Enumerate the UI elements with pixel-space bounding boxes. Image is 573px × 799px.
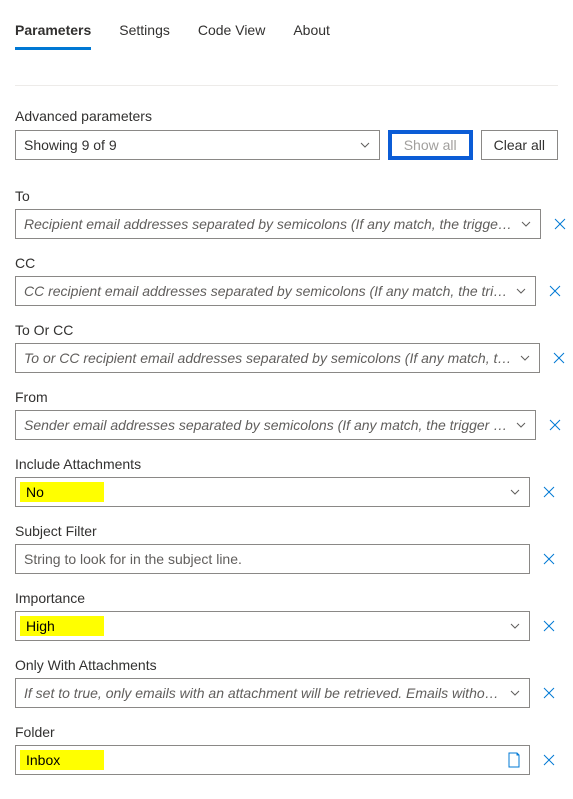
importance-value: High (20, 616, 104, 636)
subject-filter-placeholder: String to look for in the subject line. (24, 551, 501, 567)
remove-subject-filter-button[interactable] (540, 550, 558, 568)
close-icon (542, 552, 556, 566)
include-attachments-value: No (20, 482, 104, 502)
tab-settings[interactable]: Settings (119, 18, 170, 48)
field-include-attachments: Include Attachments No (15, 456, 558, 507)
include-attachments-select[interactable]: No (15, 477, 530, 507)
field-subject-filter: Subject Filter String to look for in the… (15, 523, 558, 574)
field-to: To Recipient email addresses separated b… (15, 188, 558, 239)
importance-select[interactable]: High (15, 611, 530, 641)
field-folder: Folder Inbox (15, 724, 558, 775)
chevron-down-icon (359, 139, 371, 151)
chevron-down-icon (509, 486, 521, 498)
field-only-with-attachments: Only With Attachments If set to true, on… (15, 657, 558, 708)
cc-placeholder: CC recipient email addresses separated b… (24, 283, 507, 299)
from-input[interactable]: Sender email addresses separated by semi… (15, 410, 536, 440)
to-or-cc-input[interactable]: To or CC recipient email addresses separ… (15, 343, 540, 373)
field-cc-label: CC (15, 255, 558, 271)
chevron-down-icon (509, 620, 521, 632)
tab-bar: Parameters Settings Code View About (15, 18, 558, 49)
chevron-down-icon (515, 419, 527, 431)
field-from: From Sender email addresses separated by… (15, 389, 558, 440)
close-icon (542, 619, 556, 633)
field-from-label: From (15, 389, 558, 405)
field-importance-label: Importance (15, 590, 558, 606)
chevron-down-icon (515, 285, 527, 297)
chevron-down-icon (509, 687, 521, 699)
field-to-label: To (15, 188, 558, 204)
remove-include-attachments-button[interactable] (540, 483, 558, 501)
remove-to-button[interactable] (551, 215, 569, 233)
folder-picker-icon[interactable] (507, 752, 521, 768)
advanced-parameters-select-value: Showing 9 of 9 (24, 137, 351, 153)
chevron-down-icon (520, 218, 532, 230)
close-icon (542, 686, 556, 700)
close-icon (548, 418, 562, 432)
remove-to-or-cc-button[interactable] (550, 349, 568, 367)
show-all-button[interactable]: Show all (388, 130, 473, 160)
clear-all-button[interactable]: Clear all (481, 130, 558, 160)
close-icon (552, 351, 566, 365)
divider (15, 85, 558, 86)
folder-value: Inbox (20, 750, 104, 770)
subject-filter-input[interactable]: String to look for in the subject line. (15, 544, 530, 574)
field-folder-label: Folder (15, 724, 558, 740)
advanced-parameters-row: Showing 9 of 9 Show all Clear all (15, 130, 558, 160)
to-or-cc-placeholder: To or CC recipient email addresses separ… (24, 350, 511, 366)
remove-from-button[interactable] (546, 416, 564, 434)
close-icon (553, 217, 567, 231)
close-icon (542, 485, 556, 499)
to-input[interactable]: Recipient email addresses separated by s… (15, 209, 541, 239)
field-importance: Importance High (15, 590, 558, 641)
close-icon (542, 753, 556, 767)
remove-cc-button[interactable] (546, 282, 564, 300)
tab-about[interactable]: About (293, 18, 330, 48)
from-placeholder: Sender email addresses separated by semi… (24, 417, 507, 433)
to-placeholder: Recipient email addresses separated by s… (24, 216, 512, 232)
field-cc: CC CC recipient email addresses separate… (15, 255, 558, 306)
only-with-attachments-select[interactable]: If set to true, only emails with an atta… (15, 678, 530, 708)
field-include-attachments-label: Include Attachments (15, 456, 558, 472)
field-to-or-cc-label: To Or CC (15, 322, 558, 338)
field-subject-filter-label: Subject Filter (15, 523, 558, 539)
tab-code-view[interactable]: Code View (198, 18, 265, 48)
chevron-down-icon (519, 352, 531, 364)
advanced-parameters-label: Advanced parameters (15, 108, 558, 124)
close-icon (548, 284, 562, 298)
advanced-parameters-select[interactable]: Showing 9 of 9 (15, 130, 380, 160)
cc-input[interactable]: CC recipient email addresses separated b… (15, 276, 536, 306)
field-to-or-cc: To Or CC To or CC recipient email addres… (15, 322, 558, 373)
tab-parameters[interactable]: Parameters (15, 18, 91, 48)
remove-only-with-attachments-button[interactable] (540, 684, 558, 702)
remove-folder-button[interactable] (540, 751, 558, 769)
folder-input[interactable]: Inbox (15, 745, 530, 775)
only-with-attachments-placeholder: If set to true, only emails with an atta… (24, 685, 501, 701)
remove-importance-button[interactable] (540, 617, 558, 635)
field-only-with-attachments-label: Only With Attachments (15, 657, 558, 673)
